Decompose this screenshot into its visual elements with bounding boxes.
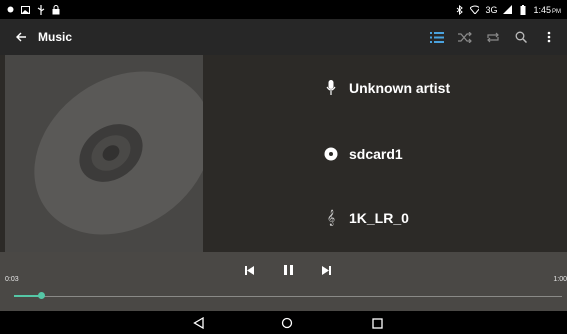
previous-icon[interactable] <box>237 258 261 282</box>
clock-ampm: PM <box>552 8 561 15</box>
pause-icon[interactable] <box>276 258 300 282</box>
network-type: 3G <box>485 4 498 15</box>
notification-dot-icon <box>6 5 15 15</box>
shuffle-icon[interactable] <box>453 25 477 49</box>
next-icon[interactable] <box>314 258 338 282</box>
elapsed-time: 0:03 <box>5 276 19 283</box>
album-row: sdcard1 <box>318 139 403 169</box>
track-title: 1K_LR_0 <box>349 210 409 226</box>
repeat-icon[interactable] <box>481 25 505 49</box>
album-name: sdcard1 <box>349 146 403 162</box>
action-bar: Music <box>0 19 567 55</box>
navigation-bar <box>0 311 567 334</box>
album-art <box>5 55 203 252</box>
total-duration: 1:00 <box>553 276 567 283</box>
more-vert-icon[interactable] <box>537 25 561 49</box>
artist-row: Unknown artist <box>318 73 450 103</box>
disc-icon <box>34 71 203 235</box>
home-icon[interactable] <box>275 313 299 333</box>
now-playing-panel: Unknown artist sdcard1 𝄞 1K_LR_0 <box>0 55 567 252</box>
treble-clef-icon: 𝄞 <box>326 210 336 226</box>
clock-time: 1:45 <box>533 4 551 15</box>
title-row: 𝄞 1K_LR_0 <box>318 203 409 233</box>
seek-thumb[interactable] <box>37 292 45 299</box>
bluetooth-icon <box>455 4 464 15</box>
back-arrow-icon[interactable] <box>6 19 36 55</box>
image-icon <box>21 5 30 15</box>
search-icon[interactable] <box>509 25 533 49</box>
wifi-icon <box>470 5 480 15</box>
seek-bar[interactable] <box>14 296 562 297</box>
recents-icon[interactable] <box>365 313 389 333</box>
back-icon[interactable] <box>186 313 210 333</box>
battery-icon <box>518 4 527 15</box>
microphone-icon <box>318 75 344 101</box>
app-title: Music <box>38 30 73 44</box>
signal-icon <box>503 5 513 15</box>
album-icon <box>318 141 344 167</box>
clock: 1:45PM <box>533 5 561 15</box>
playback-controls: 0:03 1:00 <box>0 252 567 311</box>
lock-icon <box>51 4 60 15</box>
artist-name: Unknown artist <box>349 80 451 96</box>
status-bar: 3G 1:45PM <box>0 0 567 19</box>
usb-icon <box>36 4 45 15</box>
list-icon[interactable] <box>425 25 449 49</box>
